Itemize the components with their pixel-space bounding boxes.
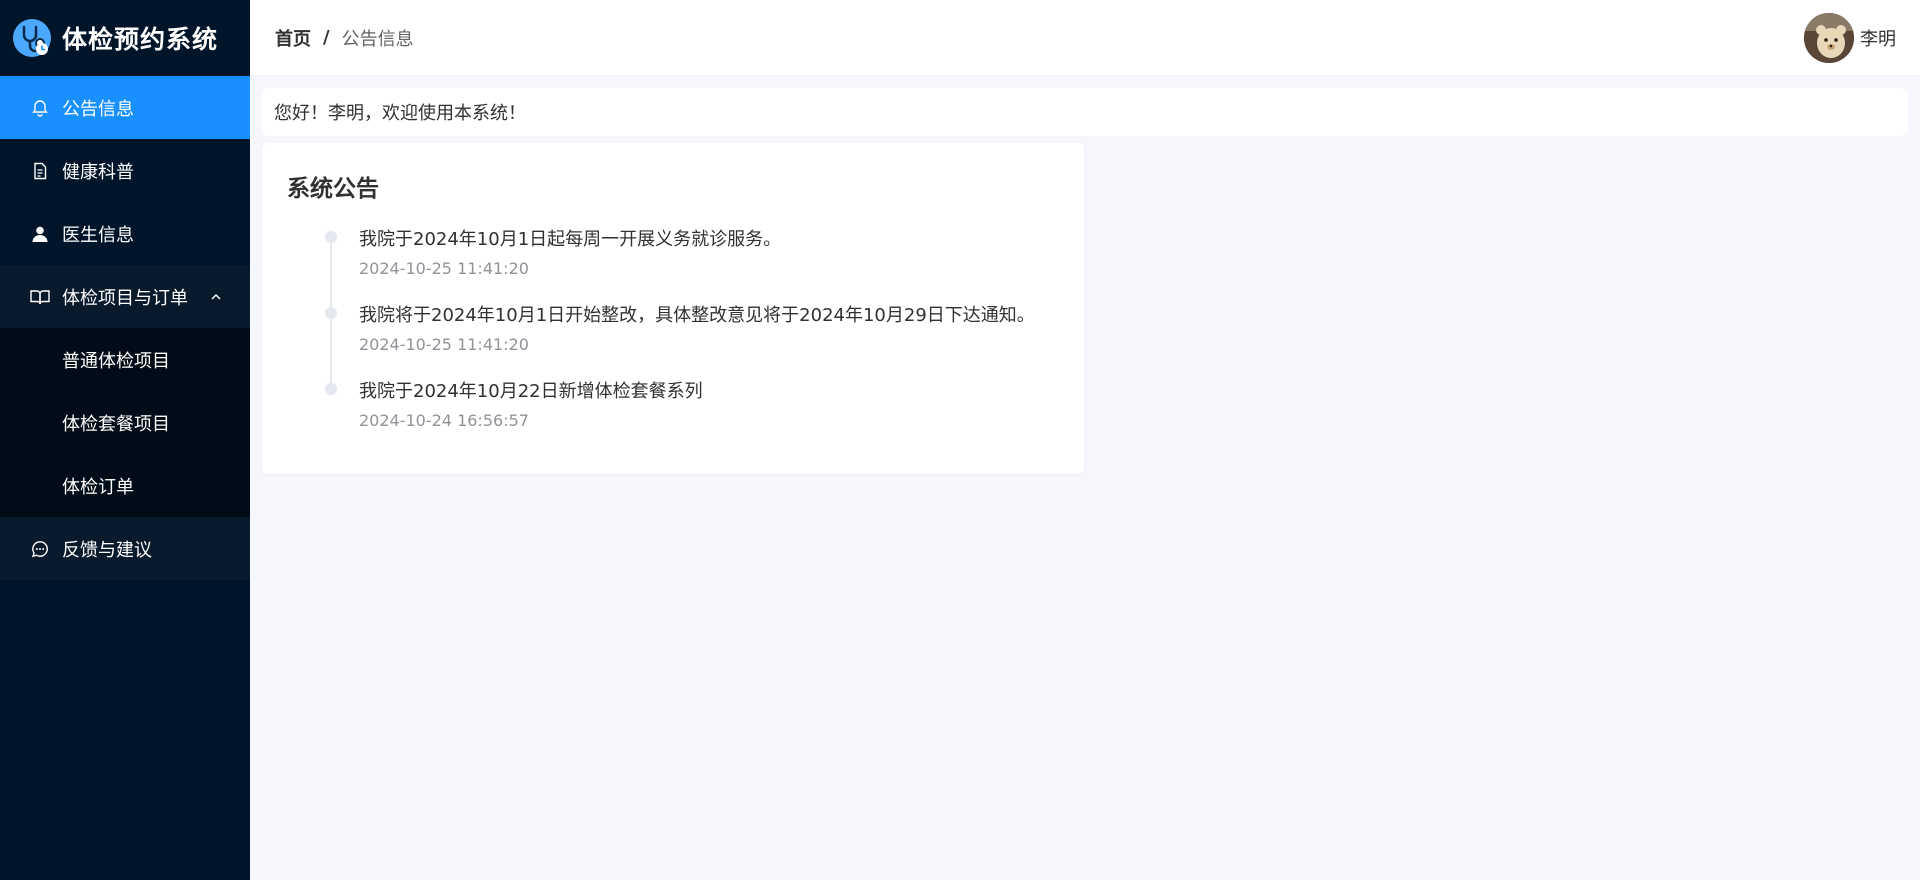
sidebar-item-notices[interactable]: 公告信息 bbox=[0, 76, 250, 139]
timeline-item: 我院于2024年10月1日起每周一开展义务就诊服务。 2024-10-25 11… bbox=[325, 229, 1058, 307]
sidebar-item-doctors[interactable]: 医生信息 bbox=[0, 202, 250, 265]
chevron-up-icon bbox=[208, 289, 224, 305]
notice-time: 2024-10-25 11:41:20 bbox=[359, 259, 529, 278]
notice-card: 系统公告 我院于2024年10月1日起每周一开展义务就诊服务。 2024-10-… bbox=[262, 143, 1084, 474]
chat-icon bbox=[30, 539, 50, 559]
sidebar-item-label: 普通体检项目 bbox=[62, 350, 170, 372]
timeline-dot-icon bbox=[325, 231, 337, 243]
timeline-item: 我院于2024年10月22日新增体检套餐系列 2024-10-24 16:56:… bbox=[325, 381, 1058, 441]
sidebar-item-label: 体检订单 bbox=[62, 476, 134, 498]
sidebar-item-label: 体检套餐项目 bbox=[62, 413, 170, 435]
sidebar-item-label: 健康科普 bbox=[62, 161, 134, 183]
logo[interactable]: 体检预约系统 bbox=[0, 0, 250, 76]
document-icon bbox=[30, 161, 50, 181]
timeline-dot-icon bbox=[325, 383, 337, 395]
welcome-banner: 您好！李明，欢迎使用本系统！ bbox=[262, 88, 1908, 136]
sidebar-spacer bbox=[0, 580, 250, 880]
notice-time: 2024-10-25 11:41:20 bbox=[359, 335, 529, 354]
sidebar: 体检预约系统 公告信息 健康科普 医生信息 体检项目与订单 普通体检项目 体检套… bbox=[0, 0, 250, 880]
notice-timeline: 我院于2024年10月1日起每周一开展义务就诊服务。 2024-10-25 11… bbox=[287, 229, 1058, 441]
sidebar-item-feedback[interactable]: 反馈与建议 bbox=[0, 517, 250, 580]
user-menu[interactable]: 李明 bbox=[1804, 12, 1896, 63]
welcome-text: 您好！李明，欢迎使用本系统！ bbox=[274, 103, 526, 124]
sidebar-item-label: 体检项目与订单 bbox=[62, 287, 188, 309]
sidebar-item-exam-orders-list[interactable]: 体检订单 bbox=[0, 454, 250, 517]
sidebar-item-label: 反馈与建议 bbox=[62, 539, 152, 561]
notice-content: 我院将于2024年10月1日开始整改，具体整改意见将于2024年10月29日下达… bbox=[359, 305, 1035, 326]
avatar-image bbox=[1804, 12, 1854, 63]
avatar[interactable] bbox=[1804, 12, 1854, 63]
timeline-line bbox=[330, 319, 332, 383]
breadcrumb-home[interactable]: 首页 bbox=[275, 25, 311, 51]
app-root: 体检预约系统 公告信息 健康科普 医生信息 体检项目与订单 普通体检项目 体检套… bbox=[0, 0, 1920, 880]
notice-content: 我院于2024年10月22日新增体检套餐系列 bbox=[359, 381, 703, 402]
breadcrumb-current: 公告信息 bbox=[341, 28, 414, 50]
timeline-line bbox=[330, 243, 332, 307]
user-icon bbox=[30, 224, 50, 244]
breadcrumb: 首页 / 公告信息 bbox=[275, 25, 414, 51]
sidebar-item-exam-orders[interactable]: 体检项目与订单 bbox=[0, 265, 250, 328]
sidebar-menu: 公告信息 健康科普 医生信息 体检项目与订单 普通体检项目 体检套餐项目 体检订… bbox=[0, 76, 250, 580]
notice-title: 系统公告 bbox=[287, 176, 379, 202]
bell-icon bbox=[30, 98, 50, 118]
main-area: 首页 / 公告信息 李明 您好！李明，欢迎使用本系统！ 系统公告 我院于2024… bbox=[250, 0, 1920, 880]
submenu-exam-orders: 普通体检项目 体检套餐项目 体检订单 bbox=[0, 328, 250, 517]
app-title: 体检预约系统 bbox=[62, 25, 219, 54]
sidebar-item-label: 公告信息 bbox=[62, 98, 134, 120]
timeline-dot-icon bbox=[325, 307, 337, 319]
sidebar-item-regular-exams[interactable]: 普通体检项目 bbox=[0, 328, 250, 391]
sidebar-item-exam-packages[interactable]: 体检套餐项目 bbox=[0, 391, 250, 454]
timeline-item: 我院将于2024年10月1日开始整改，具体整改意见将于2024年10月29日下达… bbox=[325, 305, 1058, 383]
top-header: 首页 / 公告信息 李明 bbox=[250, 0, 1920, 76]
notice-time: 2024-10-24 16:56:57 bbox=[359, 411, 529, 430]
breadcrumb-separator: / bbox=[323, 27, 330, 48]
user-name[interactable]: 李明 bbox=[1860, 25, 1896, 51]
sidebar-item-label: 医生信息 bbox=[62, 224, 134, 246]
sidebar-item-health-science[interactable]: 健康科普 bbox=[0, 139, 250, 202]
stethoscope-logo-icon bbox=[13, 19, 51, 57]
book-icon bbox=[30, 287, 50, 307]
notice-content: 我院于2024年10月1日起每周一开展义务就诊服务。 bbox=[359, 229, 782, 250]
content-area: 您好！李明，欢迎使用本系统！ 系统公告 我院于2024年10月1日起每周一开展义… bbox=[250, 76, 1920, 474]
